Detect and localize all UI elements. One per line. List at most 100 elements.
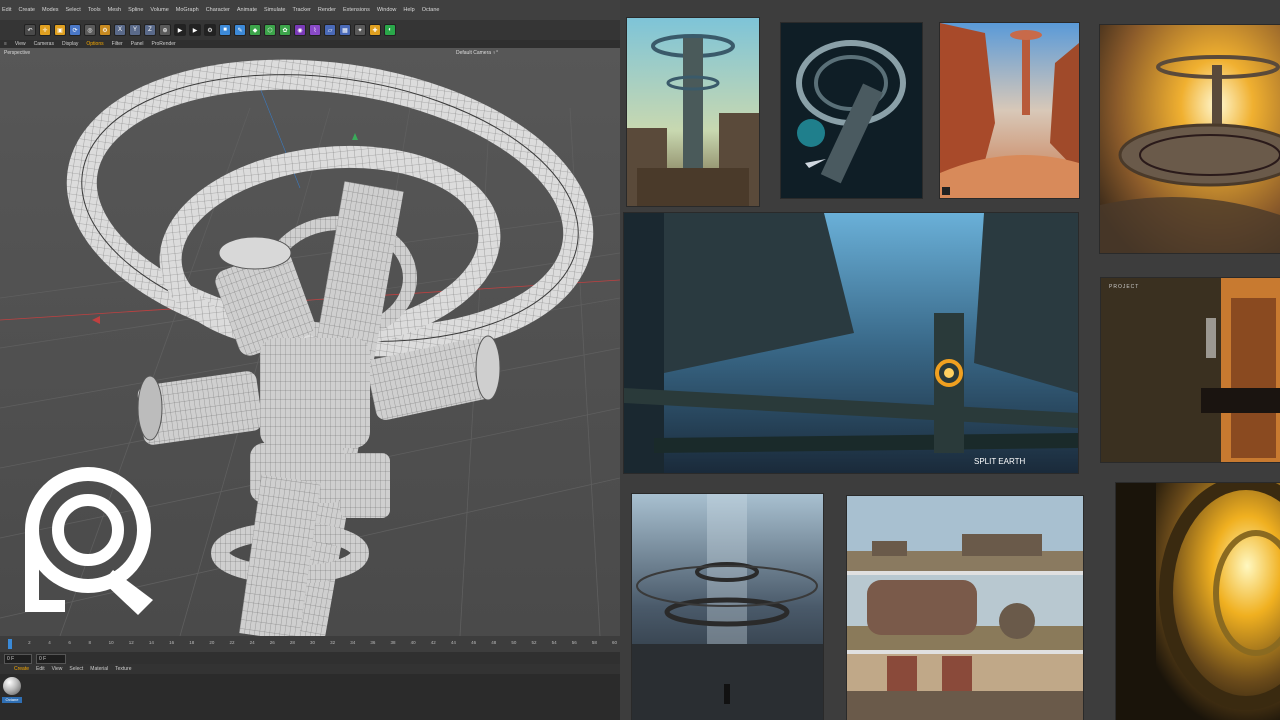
- live-select-icon[interactable]: ◎: [84, 24, 96, 36]
- start-frame-field[interactable]: 0 F: [36, 654, 66, 664]
- menu-window[interactable]: Window: [377, 7, 397, 13]
- timeline-tick: 36: [370, 640, 376, 645]
- undo-icon[interactable]: ↶: [24, 24, 36, 36]
- viewport-menu-cameras[interactable]: Cameras: [34, 41, 54, 47]
- array-icon[interactable]: ⬡: [264, 24, 276, 36]
- timeline-tick: 22: [229, 640, 235, 645]
- industrial-city-bridges-image: SPLIT EARTH: [624, 213, 1078, 473]
- render-settings-icon[interactable]: ⚙: [204, 24, 216, 36]
- viewport-menu-bar: ≡ View Cameras Display Options Filter Pa…: [0, 40, 620, 48]
- menu-mesh[interactable]: Mesh: [108, 7, 121, 13]
- world-coord-icon[interactable]: ⊕: [159, 24, 171, 36]
- octane-icon[interactable]: ◐: [384, 24, 396, 36]
- timeline-tick: 38: [390, 640, 396, 645]
- timeline-tick: 4: [48, 640, 51, 645]
- timeline-tick: 20: [209, 640, 215, 645]
- timeline-tick: 58: [591, 640, 597, 645]
- material-name[interactable]: Octane: [2, 697, 22, 703]
- menu-create[interactable]: Create: [18, 7, 35, 13]
- timeline-tick: 14: [148, 640, 154, 645]
- material-preview-ball[interactable]: [3, 677, 21, 695]
- material-menu-edit[interactable]: Edit: [36, 666, 45, 672]
- z-axis-icon[interactable]: Z: [144, 24, 156, 36]
- menu-modes[interactable]: Modes: [42, 7, 59, 13]
- material-manager: Octane: [0, 674, 620, 720]
- menu-tools[interactable]: Tools: [88, 7, 101, 13]
- tag-icon[interactable]: ✚: [369, 24, 381, 36]
- poster-project-text: PROJECT: [1109, 284, 1140, 290]
- menu-edit[interactable]: Edit: [2, 7, 11, 13]
- deformer-icon[interactable]: ⌇: [309, 24, 321, 36]
- menu-spline[interactable]: Spline: [128, 7, 143, 13]
- material-menu-texture[interactable]: Texture: [115, 666, 131, 672]
- render-picture-icon[interactable]: ▶: [189, 24, 201, 36]
- timeline-tick: 16: [169, 640, 175, 645]
- menu-select[interactable]: Select: [66, 7, 81, 13]
- menu-render[interactable]: Render: [318, 7, 336, 13]
- y-axis-icon[interactable]: Y: [129, 24, 141, 36]
- pen-icon[interactable]: ✎: [234, 24, 246, 36]
- timeline-ruler[interactable]: 0246810121416182022242628303234363840424…: [0, 636, 620, 652]
- menu-tracker[interactable]: Tracker: [292, 7, 310, 13]
- viewport-menu-panel[interactable]: Panel: [131, 41, 144, 47]
- timeline-tick: 44: [450, 640, 456, 645]
- timeline-tick: 50: [511, 640, 517, 645]
- golden-tunnel-image: [1116, 483, 1280, 720]
- menu-mograph[interactable]: MoGraph: [176, 7, 199, 13]
- desert-vehicle-panels-image: [847, 496, 1083, 720]
- transport-bar: 0 F 0 F: [0, 652, 620, 664]
- current-frame-field[interactable]: 0 F: [4, 654, 32, 664]
- timeline-tick: 18: [189, 640, 195, 645]
- timeline-tick: 28: [289, 640, 295, 645]
- timeline-tick: 26: [269, 640, 275, 645]
- cube-icon[interactable]: ■: [219, 24, 231, 36]
- last-tool-icon[interactable]: ⚙: [99, 24, 111, 36]
- hamburger-icon[interactable]: ≡: [4, 41, 7, 47]
- menu-volume[interactable]: Volume: [150, 7, 168, 13]
- viewport-menu-filter[interactable]: Filter: [112, 41, 123, 47]
- light-icon[interactable]: ✦: [354, 24, 366, 36]
- menu-octane[interactable]: Octane: [422, 7, 440, 13]
- split-earth-watermark: SPLIT EARTH: [974, 457, 1026, 466]
- timeline-tick: 46: [471, 640, 477, 645]
- menu-extensions[interactable]: Extensions: [343, 7, 370, 13]
- timeline-tick: 30: [310, 640, 316, 645]
- field-icon[interactable]: ◉: [294, 24, 306, 36]
- timeline-tick: 48: [491, 640, 497, 645]
- rotate-icon[interactable]: ⟳: [69, 24, 81, 36]
- menu-character[interactable]: Character: [206, 7, 230, 13]
- menu-simulate[interactable]: Simulate: [264, 7, 285, 13]
- concept-art-gallery: SPLIT EARTH PROJECT: [620, 0, 1280, 720]
- camera-icon[interactable]: ▦: [339, 24, 351, 36]
- material-manager-menu: Create Edit View Select Material Texture: [0, 664, 620, 674]
- floor-icon[interactable]: ▱: [324, 24, 336, 36]
- viewport-menu-view[interactable]: View: [15, 41, 26, 47]
- render-view-icon[interactable]: ▶: [174, 24, 186, 36]
- cloner-icon[interactable]: ✿: [279, 24, 291, 36]
- material-menu-create[interactable]: Create: [14, 666, 29, 672]
- main-menu-bar: Edit Create Modes Select Tools Mesh Spli…: [0, 0, 620, 20]
- material-menu-select[interactable]: Select: [69, 666, 83, 672]
- subdivide-icon[interactable]: ◆: [249, 24, 261, 36]
- sci-fi-city-tower-image: [627, 18, 759, 206]
- menu-animate[interactable]: Animate: [237, 7, 257, 13]
- menu-help[interactable]: Help: [403, 7, 414, 13]
- viewport-menu-display[interactable]: Display: [62, 41, 78, 47]
- pixel-lab-logo: [25, 467, 153, 615]
- timeline-tick: 54: [551, 640, 557, 645]
- timeline-tick: 6: [68, 640, 71, 645]
- timeline-tick: 56: [571, 640, 577, 645]
- camera-name: Default Camera ♀°: [456, 50, 499, 56]
- viewport-menu-prorender[interactable]: ProRender: [152, 41, 176, 47]
- move-icon[interactable]: ✛: [39, 24, 51, 36]
- viewport-menu-options[interactable]: Options: [86, 41, 103, 47]
- material-menu-material[interactable]: Material: [90, 666, 108, 672]
- viewport-name: Perspective: [4, 50, 31, 56]
- x-axis-icon[interactable]: X: [114, 24, 126, 36]
- cinema4d-window: Edit Create Modes Select Tools Mesh Spli…: [0, 0, 620, 720]
- timeline-tick: 2: [28, 640, 31, 645]
- scale-icon[interactable]: ▣: [54, 24, 66, 36]
- playhead-marker[interactable]: [8, 639, 12, 649]
- material-menu-view[interactable]: View: [52, 666, 63, 672]
- timeline-tick: 34: [350, 640, 356, 645]
